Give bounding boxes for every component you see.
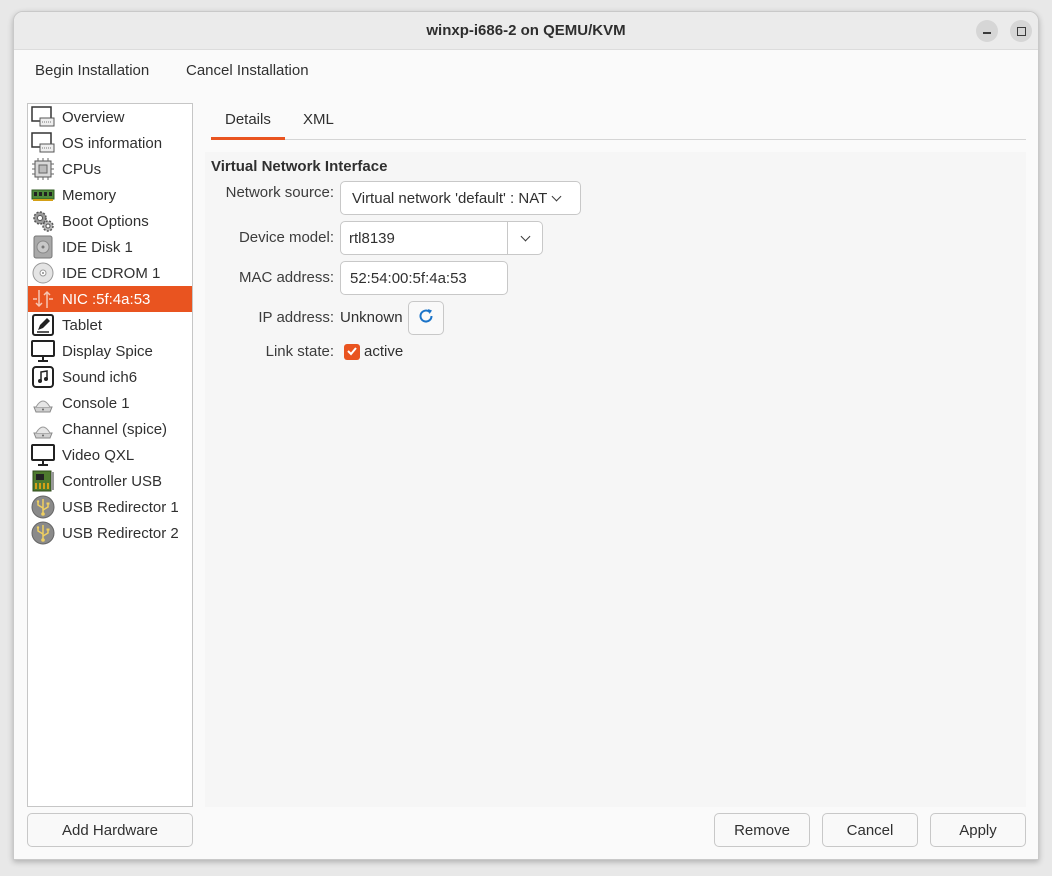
details-body [205,152,1026,807]
sidebar-item-boot-options[interactable]: Boot Options [28,208,192,234]
vm-details-window: winxp-i686-2 on QEMU/KVM Begin Installat… [13,11,1039,860]
tab-label: XML [303,111,334,128]
cdrom-icon [31,261,55,285]
display-icon [31,339,55,363]
sidebar-item-label: IDE Disk 1 [62,238,133,256]
apply-button[interactable]: Apply [930,813,1026,847]
gear-icon [31,209,55,233]
display-icon [31,443,55,467]
tab-details[interactable]: Details [211,111,285,140]
sidebar-item-label: Memory [62,186,117,204]
chevron-down-icon[interactable] [507,222,542,254]
network-source-label: Network source: [225,184,334,201]
sidebar-item-sound-ich6[interactable]: Sound ich6 [28,364,192,390]
sidebar-item-label: Sound ich6 [62,368,138,386]
sidebar-item-label: Boot Options [62,212,149,230]
tab-xml[interactable]: XML [289,111,348,140]
sidebar-item-label: Controller USB [62,472,163,490]
sidebar-item-label: Channel (spice) [62,420,168,438]
sidebar-item-overview[interactable]: Overview [28,104,192,130]
sidebar-item-label: OS information [62,134,163,152]
refresh-ip-button[interactable] [408,301,444,335]
sidebar-item-label: IDE CDROM 1 [62,264,161,282]
tablet-icon [31,313,55,337]
maximize-icon [1016,26,1026,36]
sidebar-item-label: USB Redirector 1 [62,498,179,516]
sidebar-item-label: NIC :5f:4a:53 [62,290,151,308]
monitor-icon [31,105,55,129]
add-hardware-button[interactable]: Add Hardware [27,813,193,847]
sidebar-item-channel-spice[interactable]: Channel (spice) [28,416,192,442]
checkmark-icon [346,344,358,361]
sidebar-item-display-spice[interactable]: Display Spice [28,338,192,364]
sidebar-item-os-information[interactable]: OS information [28,130,192,156]
usb-icon [31,521,55,545]
link-state-value[interactable]: active [364,343,403,360]
sidebar-item-tablet[interactable]: Tablet [28,312,192,338]
sidebar-item-console-1[interactable]: Console 1 [28,390,192,416]
hardware-list: Overview OS information CPUs Memory Boot… [27,103,193,807]
network-source-select[interactable]: Virtual network 'default' : NAT [340,181,581,215]
details-panel: Details XML Virtual Network Interface Ne… [205,103,1026,807]
sidebar-item-ide-disk-1[interactable]: IDE Disk 1 [28,234,192,260]
tab-label: Details [225,111,271,128]
sound-icon [31,365,55,389]
controller-icon [31,469,55,493]
sidebar-item-usb-redirector-2[interactable]: USB Redirector 2 [28,520,192,546]
tab-bar: Details XML [211,103,1026,140]
monitor-icon [31,131,55,155]
device-model-combo[interactable]: rtl8139 [340,221,543,255]
network-icon [31,287,55,311]
sidebar-item-label: Console 1 [62,394,130,412]
sidebar-item-controller-usb[interactable]: Controller USB [28,468,192,494]
cancel-button[interactable]: Cancel [822,813,918,847]
section-title: Virtual Network Interface [211,158,388,175]
sidebar-item-usb-redirector-1[interactable]: USB Redirector 1 [28,494,192,520]
sidebar-item-label: CPUs [62,160,102,178]
disk-icon [31,235,55,259]
minimize-icon [983,32,991,34]
sidebar-item-cpus[interactable]: CPUs [28,156,192,182]
cancel-installation-button[interactable]: Cancel Installation [182,60,313,81]
begin-installation-button[interactable]: Begin Installation [31,60,153,81]
memory-icon [31,183,55,207]
ip-address-label: IP address: [258,309,334,326]
sidebar-item-memory[interactable]: Memory [28,182,192,208]
serial-icon [31,391,55,415]
refresh-icon [417,307,435,329]
sidebar-item-video-qxl[interactable]: Video QXL [28,442,192,468]
sidebar-item-label: USB Redirector 2 [62,524,179,542]
network-source-value: Virtual network 'default' : NAT [352,189,548,207]
cpu-icon [31,157,55,181]
sidebar-item-ide-cdrom-1[interactable]: IDE CDROM 1 [28,260,192,286]
titlebar: winxp-i686-2 on QEMU/KVM [14,12,1038,50]
serial-icon [31,417,55,441]
ip-address-value: Unknown [340,309,403,326]
sidebar-item-label: Tablet [62,316,103,334]
chevron-down-icon [551,191,562,201]
maximize-button[interactable] [1010,20,1032,42]
device-model-value[interactable]: rtl8139 [341,230,507,247]
usb-icon [31,495,55,519]
sidebar-item-label: Overview [62,108,125,126]
minimize-button[interactable] [976,20,998,42]
mac-address-label: MAC address: [238,269,334,286]
device-model-label: Device model: [238,229,334,246]
link-state-label: Link state: [265,343,334,360]
window-title: winxp-i686-2 on QEMU/KVM [426,22,626,39]
mac-address-value: 52:54:00:5f:4a:53 [350,269,467,287]
link-state-checkbox[interactable] [344,344,360,360]
sidebar-item-nic[interactable]: NIC :5f:4a:53 [28,286,192,312]
sidebar-item-label: Video QXL [62,446,135,464]
remove-button[interactable]: Remove [714,813,810,847]
sidebar-item-label: Display Spice [62,342,153,360]
mac-address-field[interactable]: 52:54:00:5f:4a:53 [340,261,508,295]
